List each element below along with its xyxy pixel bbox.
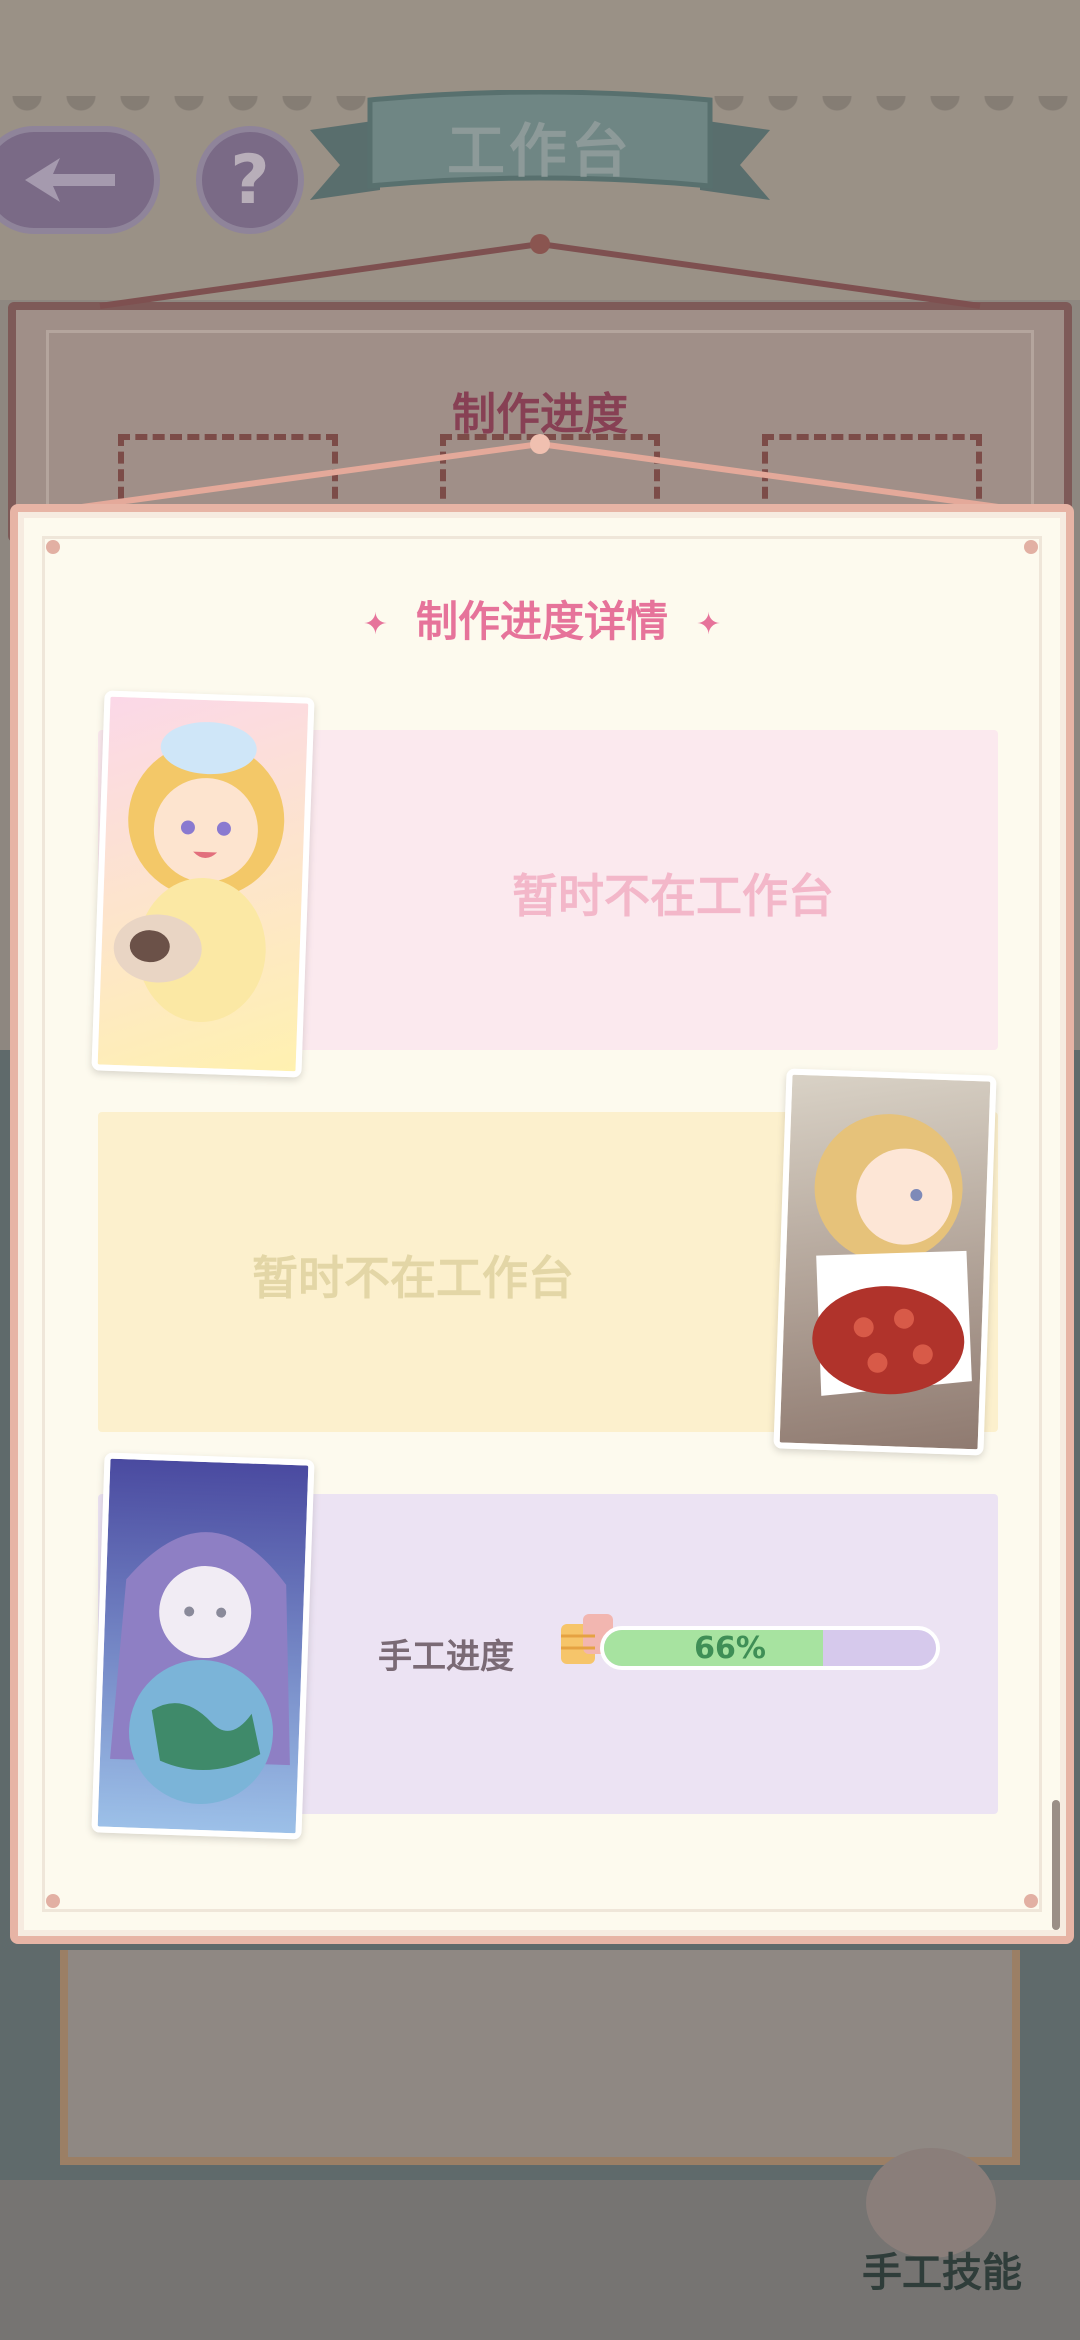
help-button[interactable]: ? [196, 126, 304, 234]
character-portrait-3[interactable] [91, 1452, 315, 1840]
character-portrait-2[interactable] [773, 1068, 997, 1456]
scrollbar[interactable] [1052, 1800, 1060, 1930]
craft-progress-bar: 66% [600, 1626, 940, 1670]
character-portrait-1[interactable] [91, 690, 315, 1078]
craft-skill-button[interactable]: 手工技能 [842, 2148, 1042, 2298]
craft-progress-label: 手工进度 [378, 1637, 514, 1677]
girl-avatar-icon [113, 722, 285, 1022]
page-title: 工作台 [446, 117, 633, 185]
background-panel [60, 1950, 1020, 2165]
globe-girl-icon [110, 1532, 290, 1804]
progress-percent: 66% [694, 1630, 766, 1666]
sparkle-icon: ✦ [362, 607, 388, 642]
craft-skill-label: 手工技能 [862, 2250, 1022, 2296]
back-button[interactable] [0, 126, 160, 234]
progress-detail-dialog: ✦ 制作进度详情 ✦ 暂时不在工作台 暂时不在工作台 手工进度 66% [10, 504, 1074, 1944]
back-arrow-icon [25, 158, 115, 202]
rose-bouquet-icon [812, 1114, 972, 1396]
dialog-title: ✦ 制作进度详情 ✦ [362, 597, 722, 646]
sparkle-icon: ✦ [696, 607, 722, 642]
hanging-strings [59, 234, 1021, 513]
